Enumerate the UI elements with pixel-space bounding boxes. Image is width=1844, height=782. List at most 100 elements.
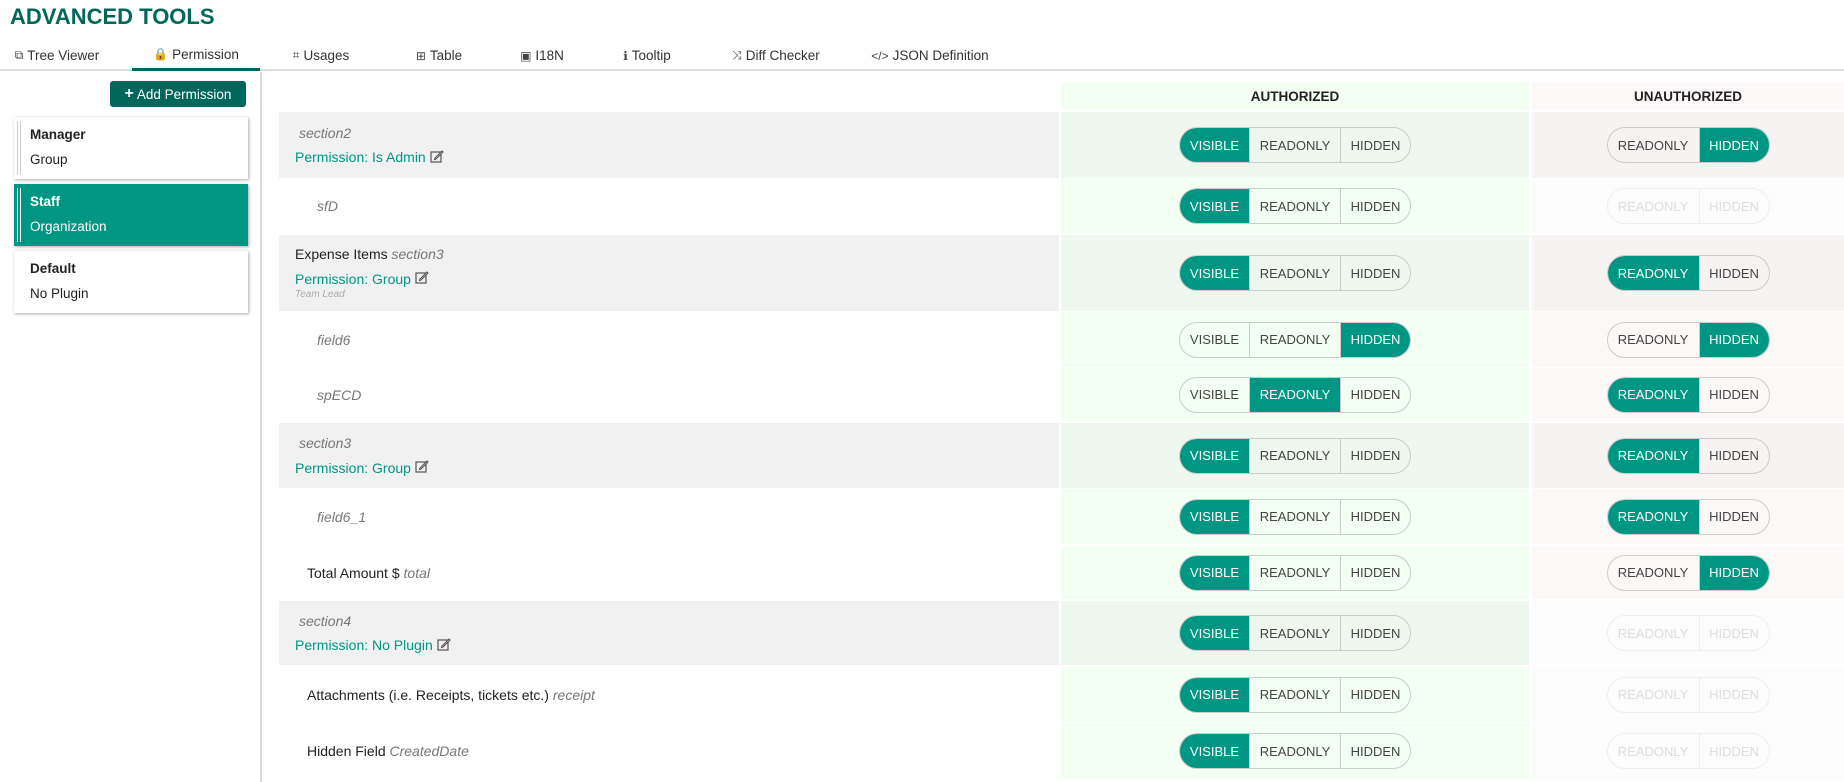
add-permission-button[interactable]: + Add Permission [110,81,246,107]
unauthorized-hidden-option[interactable]: HIDDEN [1698,734,1769,768]
row-label: section2 Permission: Is Admin [279,112,1059,178]
authorized-cell: VISIBLE READONLY HIDDEN [1061,546,1529,599]
role-card-default[interactable]: Default No Plugin [14,251,248,313]
authorized-hidden-option[interactable]: HIDDEN [1340,438,1410,473]
authorized-hidden-option[interactable]: HIDDEN [1340,189,1410,223]
authorized-hidden-option[interactable]: HIDDEN [1340,616,1410,650]
authorized-readonly-option[interactable]: READONLY [1249,555,1340,590]
authorized-visible-option[interactable]: VISIBLE [1180,555,1249,590]
unauthorized-hidden-option[interactable]: HIDDEN [1698,499,1769,534]
row-label: section4 Permission: No Plugin [279,601,1059,665]
role-card-manager[interactable]: Manager Group [14,117,248,179]
edit-icon[interactable] [437,637,451,654]
authorized-hidden-option[interactable]: HIDDEN [1340,677,1410,712]
field-id: section3 [391,246,444,262]
authorized-toggle-group: VISIBLE READONLY HIDDEN [1179,554,1411,591]
unauthorized-readonly-option[interactable]: READONLY [1608,556,1699,590]
authorized-toggle-group: VISIBLE READONLY HIDDEN [1179,676,1411,713]
unauthorized-readonly-option[interactable]: READONLY [1607,256,1699,290]
permission-row: sfD VISIBLE READONLY HIDDEN READONLY HIDDEN [279,179,1844,233]
unauthorized-hidden-option[interactable]: HIDDEN [1698,128,1769,162]
permission-link[interactable]: Permission: Is Admin [295,149,1059,166]
authorized-visible-option[interactable]: VISIBLE [1180,378,1249,412]
tab-usages[interactable]: ⌗ Usages [260,40,382,71]
table-icon: ⊞ [415,48,426,63]
permission-link[interactable]: Permission: Group [295,270,1059,287]
tab-tree-viewer[interactable]: ⧉ Tree Viewer [2,40,112,71]
unauthorized-hidden-option[interactable]: HIDDEN [1698,438,1769,473]
unauthorized-readonly-option[interactable]: READONLY [1607,438,1699,473]
tab-diff-checker[interactable]: ⤨ Diff Checker [706,40,846,71]
authorized-hidden-option[interactable]: HIDDEN [1340,256,1410,290]
authorized-toggle-group: VISIBLE READONLY HIDDEN [1179,188,1411,224]
column-header-row: AUTHORIZED UNAUTHORIZED [279,82,1844,110]
unauthorized-readonly-option[interactable]: READONLY [1608,734,1699,768]
field-id: field6 [317,331,351,348]
unauthorized-readonly-option[interactable]: READONLY [1607,499,1699,534]
unauthorized-readonly-option[interactable]: READONLY [1608,189,1699,223]
authorized-readonly-option[interactable]: READONLY [1249,499,1340,534]
row-label: Attachments (i.e. Receipts, tickets etc.… [279,667,1059,722]
authorized-readonly-option[interactable]: READONLY [1249,734,1340,768]
authorized-visible-option[interactable]: VISIBLE [1180,323,1249,357]
authorized-readonly-option[interactable]: READONLY [1249,377,1340,412]
unauthorized-readonly-option[interactable]: READONLY [1608,128,1699,162]
permission-row: Total Amount $ total VISIBLE READONLY HIDDE… [279,546,1844,599]
unauthorized-header: UNAUTHORIZED [1532,82,1844,110]
drag-handle[interactable] [17,188,21,242]
unauthorized-hidden-option[interactable]: HIDDEN [1698,616,1769,650]
authorized-hidden-option[interactable]: HIDDEN [1340,734,1410,768]
field-id: field6_1 [317,508,367,525]
role-type: No Plugin [30,286,89,301]
unauthorized-hidden-option[interactable]: HIDDEN [1698,322,1769,357]
field-label: Total Amount $ [307,564,400,581]
authorized-visible-option[interactable]: VISIBLE [1180,734,1249,768]
authorized-hidden-option[interactable]: HIDDEN [1340,322,1410,357]
authorized-hidden-option[interactable]: HIDDEN [1340,128,1410,162]
permission-link[interactable]: Permission: Group [295,459,1059,476]
authorized-readonly-option[interactable]: READONLY [1249,256,1340,290]
authorized-visible-option[interactable]: VISIBLE [1180,438,1249,473]
edit-icon[interactable] [415,459,429,476]
tab-table[interactable]: ⊞ Table [382,40,496,71]
authorized-visible-option[interactable]: VISIBLE [1180,499,1249,534]
tab-label: Usages [303,48,350,63]
edit-icon[interactable] [415,270,429,287]
authorized-visible-option[interactable]: VISIBLE [1180,616,1249,650]
role-type: Organization [30,219,107,234]
unauthorized-readonly-option[interactable]: READONLY [1608,323,1699,357]
authorized-hidden-option[interactable]: HIDDEN [1340,499,1410,534]
role-card-staff[interactable]: Staff Organization [14,184,248,246]
unauthorized-hidden-option[interactable]: HIDDEN [1698,555,1769,590]
field-id: spECD [317,386,362,403]
authorized-cell: VISIBLE READONLY HIDDEN [1061,235,1529,311]
authorized-readonly-option[interactable]: READONLY [1249,616,1340,650]
drag-handle[interactable] [17,121,21,175]
unauthorized-hidden-option[interactable]: HIDDEN [1698,189,1769,223]
authorized-visible-option[interactable]: VISIBLE [1180,256,1249,290]
unauthorized-readonly-option[interactable]: READONLY [1608,678,1699,712]
edit-icon[interactable] [430,149,444,166]
unauthorized-readonly-option[interactable]: READONLY [1608,616,1699,650]
tab-tooltip[interactable]: ℹ Tooltip [588,40,706,71]
authorized-visible-option[interactable]: VISIBLE [1180,189,1249,223]
tab-i18n[interactable]: ▣ I18N [496,40,588,71]
authorized-hidden-option[interactable]: HIDDEN [1340,377,1410,412]
authorized-hidden-option[interactable]: HIDDEN [1340,555,1410,590]
authorized-visible-option[interactable]: VISIBLE [1180,128,1249,162]
unauthorized-readonly-option[interactable]: READONLY [1607,377,1699,412]
tab-permission[interactable]: 🔒 Permission [132,40,260,71]
authorized-readonly-option[interactable]: READONLY [1249,128,1340,162]
row-title: Hidden Field CreatedDate [307,743,1059,759]
authorized-visible-option[interactable]: VISIBLE [1180,677,1249,712]
authorized-readonly-option[interactable]: READONLY [1249,189,1340,223]
tab-label: Table [429,48,463,63]
authorized-readonly-option[interactable]: READONLY [1249,677,1340,712]
tab-json-definition[interactable]: </> JSON Definition [846,40,1014,71]
unauthorized-hidden-option[interactable]: HIDDEN [1698,256,1769,290]
unauthorized-hidden-option[interactable]: HIDDEN [1698,377,1769,412]
permission-link[interactable]: Permission: No Plugin [295,637,1059,654]
authorized-readonly-option[interactable]: READONLY [1249,322,1340,357]
authorized-readonly-option[interactable]: READONLY [1249,438,1340,473]
unauthorized-hidden-option[interactable]: HIDDEN [1698,677,1769,712]
